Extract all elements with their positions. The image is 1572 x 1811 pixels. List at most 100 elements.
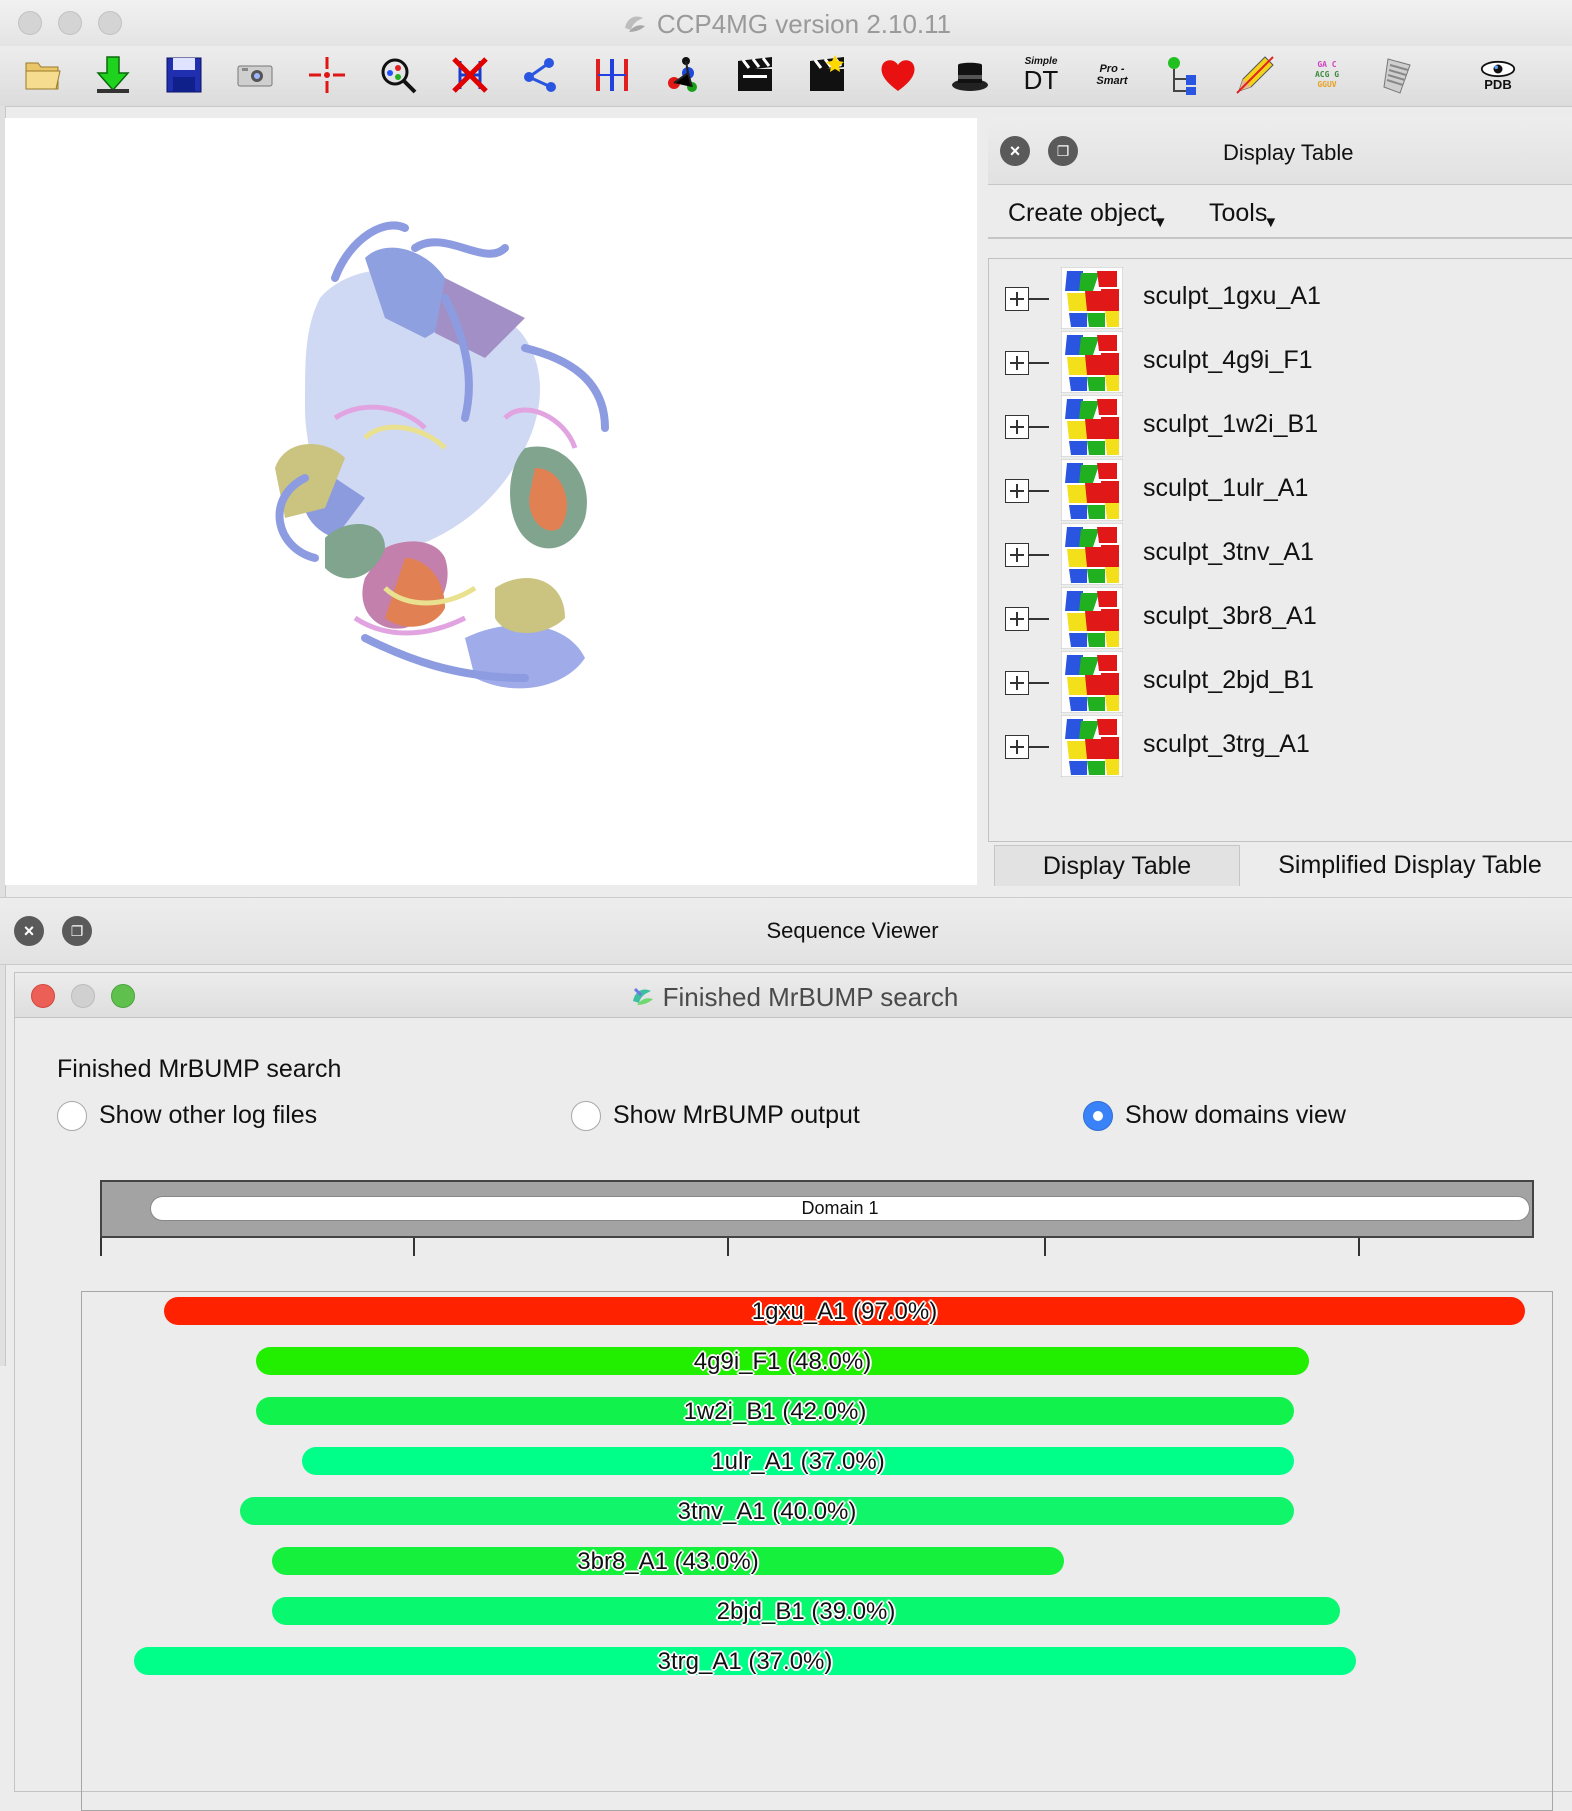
molecule-icon[interactable] (660, 51, 708, 99)
pdb-eye-icon[interactable]: PDB (1474, 51, 1522, 99)
domain-label: Domain 1 (801, 1198, 879, 1218)
molecule-thumbnail-icon (1060, 522, 1124, 586)
save-icon[interactable] (160, 51, 208, 99)
dialog-heading: Finished MrBUMP search (57, 1055, 342, 1083)
molecule-thumbnail-icon (1060, 266, 1124, 330)
pro-smart-line-2: Smart (1096, 75, 1128, 87)
expand-plus-icon[interactable] (1005, 415, 1049, 439)
display-object-label[interactable]: sculpt_3tnv_A1 (1143, 538, 1314, 567)
display-object-label[interactable]: sculpt_3trg_A1 (1143, 730, 1310, 759)
axis-tick (413, 1238, 415, 1256)
display-table-tabs: Display Table Simplified Display Table (988, 845, 1572, 886)
display-object-label[interactable]: sculpt_3br8_A1 (1143, 602, 1317, 631)
create-object-menu[interactable]: Create object▼ (1008, 199, 1168, 231)
expand-plus-icon[interactable] (1005, 671, 1049, 695)
ccp4mg-app-icon (621, 10, 647, 43)
hit-label: 3trg_A1 (37.0%) (657, 1648, 833, 1675)
hit-label: 4g9i_F1 (48.0%) (693, 1348, 872, 1375)
molecular-viewport[interactable] (5, 118, 977, 885)
display-object-label[interactable]: sculpt_1gxu_A1 (1143, 282, 1321, 311)
display-object-label[interactable]: sculpt_1w2i_B1 (1143, 410, 1318, 439)
display-object-row[interactable]: sculpt_3trg_A1 (1005, 714, 1565, 779)
display-table-title: Display Table (1223, 140, 1354, 165)
spiral-notebook-icon[interactable] (1374, 51, 1422, 99)
display-object-label[interactable]: sculpt_2bjd_B1 (1143, 666, 1314, 695)
domain-bar[interactable]: Domain 1 (150, 1196, 1530, 1221)
distance-icon[interactable] (588, 51, 636, 99)
hit-bar[interactable]: 1gxu_A1 (97.0%) (164, 1297, 1525, 1325)
radio-button[interactable] (57, 1101, 87, 1131)
clear-labels-icon[interactable] (446, 51, 494, 99)
clapper-icon[interactable] (803, 51, 851, 99)
hit-label: 2bjd_B1 (39.0%) (716, 1598, 896, 1625)
display-object-row[interactable]: sculpt_1ulr_A1 (1005, 458, 1565, 523)
protein-ribbon-structure (275, 221, 609, 689)
dropdown-arrow-icon: ▼ (1152, 214, 1168, 231)
display-object-row[interactable]: sculpt_1gxu_A1 (1005, 266, 1565, 331)
expand-plus-icon[interactable] (1005, 479, 1049, 503)
display-table-panel: × ❐ Display Table Create object▼ Tools▼ … (988, 118, 1572, 886)
sequence-icon[interactable]: GA C ACG G GGUV (1303, 51, 1351, 99)
pro-smart-icon[interactable]: Pro - Smart (1088, 51, 1136, 99)
dropdown-arrow-icon: ▼ (1263, 214, 1279, 231)
heart-icon[interactable] (874, 51, 922, 99)
window-title-text: CCP4MG version 2.10.11 (656, 9, 952, 39)
expand-plus-icon[interactable] (1005, 351, 1049, 375)
hit-bar[interactable]: 1ulr_A1 (37.0%) (302, 1447, 1294, 1475)
pencil-icon[interactable] (1231, 51, 1279, 99)
window-title: CCP4MG version 2.10.11 (0, 9, 1572, 43)
radio-button[interactable] (571, 1101, 601, 1131)
camera-icon[interactable] (231, 51, 279, 99)
tree-icon[interactable] (1160, 51, 1208, 99)
radio-label: Show other log files (99, 1101, 318, 1129)
simple-dt-icon[interactable]: Simple DT (1017, 51, 1065, 99)
hit-bar[interactable]: 1w2i_B1 (42.0%) (256, 1397, 1294, 1425)
radio-label: Show MrBUMP output (613, 1101, 860, 1129)
seq-icon-line-3: GGUV (1317, 80, 1337, 89)
display-object-row[interactable]: sculpt_4g9i_F1 (1005, 330, 1565, 395)
open-file-icon[interactable] (18, 51, 66, 99)
simple-dt-big-text: DT (1023, 65, 1059, 95)
hit-bar[interactable]: 3trg_A1 (37.0%) (134, 1647, 1356, 1675)
radio-button-selected[interactable] (1083, 1101, 1113, 1131)
toolbar: Simple DT Pro - Smart GA C ACG G GGUV PD… (0, 46, 1572, 107)
tab-simplified-display-table[interactable]: Simplified Display Table (1250, 845, 1570, 885)
hit-bar[interactable]: 3tnv_A1 (40.0%) (240, 1497, 1294, 1525)
display-object-row[interactable]: sculpt_3br8_A1 (1005, 586, 1565, 651)
sequence-viewer-header: × ❐ Sequence Viewer (0, 897, 1572, 965)
centre-icon[interactable] (303, 51, 351, 99)
connect-icon[interactable] (517, 51, 565, 99)
display-object-label[interactable]: sculpt_1ulr_A1 (1143, 474, 1308, 503)
axis-tick (1358, 1238, 1360, 1256)
axis-tick (100, 1238, 102, 1256)
movie-icon[interactable] (731, 51, 779, 99)
molecule-thumbnail-icon (1060, 650, 1124, 714)
tab-display-table[interactable]: Display Table (994, 845, 1240, 886)
main-titlebar: CCP4MG version 2.10.11 (0, 0, 1572, 47)
display-object-row[interactable]: sculpt_3tnv_A1 (1005, 522, 1565, 587)
zoom-search-icon[interactable] (374, 51, 422, 99)
display-table-menubar: Create object▼ Tools▼ (988, 185, 1572, 239)
radio-label: Show domains view (1125, 1101, 1346, 1129)
molecule-thumbnail-icon (1060, 394, 1124, 458)
expand-plus-icon[interactable] (1005, 543, 1049, 567)
float-panel-icon[interactable]: ❐ (1048, 136, 1078, 166)
display-object-row[interactable]: sculpt_2bjd_B1 (1005, 650, 1565, 715)
hit-bar[interactable]: 4g9i_F1 (48.0%) (256, 1347, 1309, 1375)
tools-menu[interactable]: Tools▼ (1209, 199, 1279, 231)
download-icon[interactable] (89, 51, 137, 99)
hit-label: 1gxu_A1 (97.0%) (751, 1298, 938, 1325)
axis-tick (1044, 1238, 1046, 1256)
hit-bar[interactable]: 3br8_A1 (43.0%) (272, 1547, 1064, 1575)
pdb-label: PDB (1484, 76, 1512, 92)
hit-bar[interactable]: 2bjd_B1 (39.0%) (272, 1597, 1340, 1625)
expand-plus-icon[interactable] (1005, 287, 1049, 311)
expand-plus-icon[interactable] (1005, 735, 1049, 759)
display-object-row[interactable]: sculpt_1w2i_B1 (1005, 394, 1565, 459)
close-panel-icon[interactable]: × (1000, 136, 1030, 166)
hit-label: 3br8_A1 (43.0%) (577, 1548, 759, 1575)
domain-track: Domain 1 (100, 1180, 1534, 1238)
magic-hat-icon[interactable] (946, 51, 994, 99)
expand-plus-icon[interactable] (1005, 607, 1049, 631)
display-object-label[interactable]: sculpt_4g9i_F1 (1143, 346, 1313, 375)
